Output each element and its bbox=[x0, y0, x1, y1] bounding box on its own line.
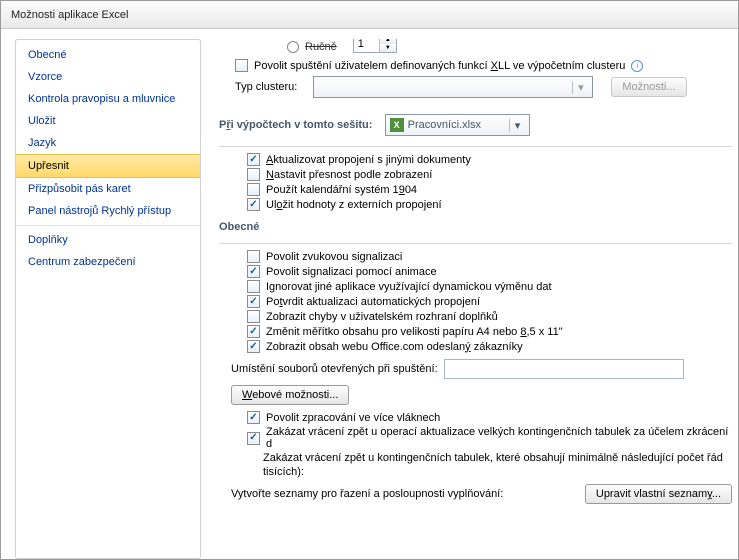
chk-addin-errors[interactable] bbox=[247, 310, 260, 323]
sidebar-item-proofing[interactable]: Kontrola pravopisu a mluvnice bbox=[16, 88, 200, 110]
chk-precision[interactable] bbox=[247, 168, 260, 181]
partial-label: Ručně bbox=[305, 41, 337, 53]
lbl-1904: Použít kalendářní systém 1904 bbox=[266, 184, 417, 196]
lbl-save-external: Uložit hodnoty z externích propojení bbox=[266, 199, 442, 211]
spin-value: 1 bbox=[354, 39, 375, 50]
chk-undo-pivot[interactable] bbox=[247, 432, 260, 445]
chk-scale-a4[interactable] bbox=[247, 325, 260, 338]
lbl-office-content: Zobrazit obsah webu Office.com odeslaný … bbox=[266, 341, 523, 353]
section-calc-heading: Při výpočtech v tomto sešitu: X Pracovní… bbox=[219, 114, 732, 138]
lbl-scale-a4: Změnit měřítko obsahu pro velikosti papí… bbox=[266, 326, 563, 338]
chk-1904[interactable] bbox=[247, 183, 260, 196]
chevron-down-icon[interactable]: ▾ bbox=[509, 119, 525, 132]
lbl-undo-pivot: Zakázat vrácení zpět u operací aktualiza… bbox=[266, 426, 732, 450]
lbl-update-links: Aktualizovat propojení s jinými dokument… bbox=[266, 154, 471, 166]
custom-lists-label: Vytvořte seznamy pro řazení a posloupnos… bbox=[231, 488, 503, 500]
workbook-name: Pracovníci.xlsx bbox=[408, 119, 481, 131]
lbl-precision: Nastavit přesnost podle zobrazení bbox=[266, 169, 432, 181]
cluster-type-select: ▾ bbox=[313, 76, 593, 98]
cluster-type-label: Typ clusteru: bbox=[235, 81, 297, 93]
dialog-title: Možnosti aplikace Excel bbox=[1, 1, 738, 29]
lbl-sound: Povolit zvukovou signalizaci bbox=[266, 251, 402, 263]
chk-confirm-links[interactable] bbox=[247, 295, 260, 308]
chk-save-external[interactable] bbox=[247, 198, 260, 211]
lbl-addin-errors: Zobrazit chyby v uživatelském rozhraní d… bbox=[266, 311, 498, 323]
chk-dde[interactable] bbox=[247, 280, 260, 293]
chk-update-links[interactable] bbox=[247, 153, 260, 166]
cluster-options-button: Možnosti... bbox=[611, 77, 686, 97]
thread-spinner[interactable]: 1 ▲▼ bbox=[353, 39, 397, 53]
options-dialog: Možnosti aplikace Excel Obecné Vzorce Ko… bbox=[0, 0, 739, 560]
lbl-undo-pivot2b: tisících): bbox=[263, 466, 304, 478]
custom-lists-button[interactable]: Upravit vlastní seznamy... bbox=[585, 484, 732, 504]
chk-animation[interactable] bbox=[247, 265, 260, 278]
content-panel: Ručně 1 ▲▼ Povolit spuštění uživatelem d… bbox=[201, 39, 738, 559]
workbook-select[interactable]: X Pracovníci.xlsx ▾ bbox=[385, 114, 530, 136]
sidebar-item-addins[interactable]: Doplňky bbox=[16, 229, 200, 251]
sidebar-item-qat[interactable]: Panel nástrojů Rychlý přístup bbox=[16, 200, 200, 222]
category-sidebar: Obecné Vzorce Kontrola pravopisu a mluvn… bbox=[15, 39, 201, 559]
partial-row: Ručně 1 ▲▼ bbox=[219, 39, 732, 53]
startup-path-label: Umístění souborů otevřených při spuštění… bbox=[231, 363, 438, 375]
sidebar-item-advanced[interactable]: Upřesnit bbox=[16, 154, 200, 178]
chk-office-content[interactable] bbox=[247, 340, 260, 353]
excel-icon: X bbox=[390, 118, 404, 132]
sidebar-item-formulas[interactable]: Vzorce bbox=[16, 66, 200, 88]
chk-sound[interactable] bbox=[247, 250, 260, 263]
sidebar-item-save[interactable]: Uložit bbox=[16, 110, 200, 132]
info-icon[interactable]: i bbox=[631, 60, 643, 72]
lbl-xll: Povolit spuštění uživatelem definovaných… bbox=[254, 60, 625, 72]
radio-manual[interactable] bbox=[287, 41, 299, 53]
chevron-down-icon: ▾ bbox=[572, 81, 588, 94]
chk-multithread[interactable] bbox=[247, 411, 260, 424]
lbl-animation: Povolit signalizaci pomocí animace bbox=[266, 266, 437, 278]
lbl-multithread: Povolit zpracování ve více vláknech bbox=[266, 412, 440, 424]
sidebar-item-language[interactable]: Jazyk bbox=[16, 132, 200, 154]
spin-down-icon[interactable]: ▼ bbox=[379, 44, 396, 52]
sidebar-item-trust[interactable]: Centrum zabezpečení bbox=[16, 251, 200, 273]
lbl-confirm-links: Potvrdit aktualizaci automatických propo… bbox=[266, 296, 480, 308]
section-general-heading: Obecné bbox=[219, 221, 732, 235]
sidebar-item-general[interactable]: Obecné bbox=[16, 44, 200, 66]
web-options-button[interactable]: Webové možnosti... bbox=[231, 385, 349, 405]
lbl-dde: Ignorovat jiné aplikace využívající dyna… bbox=[266, 281, 552, 293]
sidebar-item-ribbon[interactable]: Přizpůsobit pás karet bbox=[16, 178, 200, 200]
startup-path-input[interactable] bbox=[444, 359, 684, 379]
chk-xll[interactable] bbox=[235, 59, 248, 72]
lbl-undo-pivot2: Zakázat vrácení zpět u kontingenčních ta… bbox=[263, 452, 723, 464]
sidebar-separator bbox=[16, 225, 200, 226]
